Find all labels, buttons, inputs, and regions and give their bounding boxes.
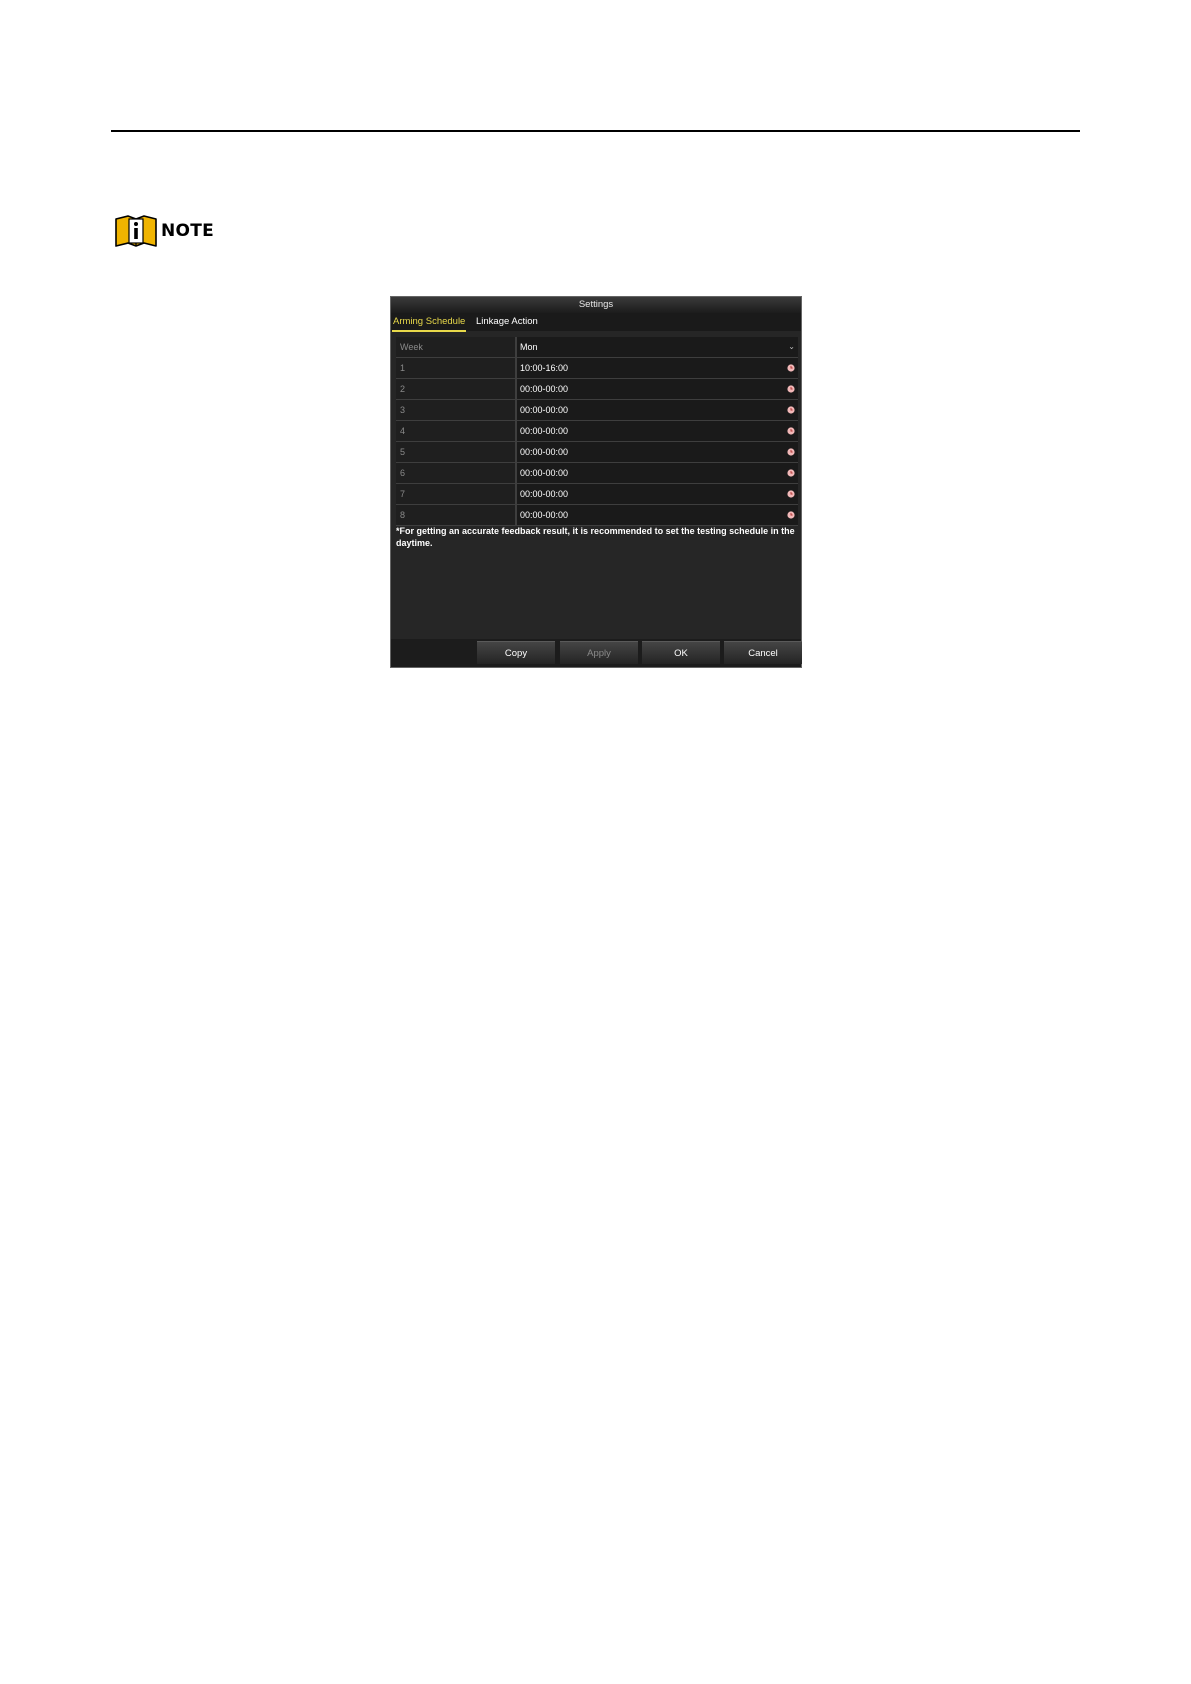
clock-icon[interactable] xyxy=(787,469,795,477)
clock-icon[interactable] xyxy=(787,490,795,498)
clock-icon[interactable] xyxy=(787,385,795,393)
period-index: 6 xyxy=(396,463,517,483)
period-index: 1 xyxy=(396,358,517,378)
period-index: 2 xyxy=(396,379,517,399)
dialog-title: Settings xyxy=(391,297,801,313)
period-field[interactable]: 00:00-00:00 xyxy=(517,442,798,462)
note-book-icon xyxy=(115,215,157,247)
schedule-hint: *For getting an accurate feedback result… xyxy=(396,526,795,548)
note-label: NOTE xyxy=(161,221,215,241)
schedule-row: 3 00:00-00:00 xyxy=(396,400,798,421)
clock-icon[interactable] xyxy=(787,427,795,435)
period-value: 00:00-00:00 xyxy=(520,405,569,415)
clock-icon[interactable] xyxy=(787,511,795,519)
period-field[interactable]: 00:00-00:00 xyxy=(517,484,798,504)
period-field[interactable]: 00:00-00:00 xyxy=(517,400,798,420)
period-value: 00:00-00:00 xyxy=(520,384,569,394)
week-select[interactable]: Mon ⌄ xyxy=(517,337,798,357)
copy-button[interactable]: Copy xyxy=(477,641,555,664)
period-index: 7 xyxy=(396,484,517,504)
note-callout: NOTE xyxy=(114,214,214,248)
week-label: Week xyxy=(396,337,517,357)
apply-button[interactable]: Apply xyxy=(560,641,638,664)
schedule-row: 7 00:00-00:00 xyxy=(396,484,798,505)
period-field[interactable]: 00:00-00:00 xyxy=(517,421,798,441)
dialog-footer: Copy Apply OK Cancel xyxy=(391,639,802,667)
clock-icon[interactable] xyxy=(787,448,795,456)
period-index: 3 xyxy=(396,400,517,420)
header-rule xyxy=(111,130,1080,132)
period-value: 00:00-00:00 xyxy=(520,426,569,436)
schedule-row: 8 00:00-00:00 xyxy=(396,505,798,526)
week-row: Week Mon ⌄ xyxy=(396,337,798,358)
schedule-row: 6 00:00-00:00 xyxy=(396,463,798,484)
period-field[interactable]: 10:00-16:00 xyxy=(517,358,798,378)
period-field[interactable]: 00:00-00:00 xyxy=(517,379,798,399)
period-field[interactable]: 00:00-00:00 xyxy=(517,505,798,525)
schedule-grid: Week Mon ⌄ 1 10:00-16:00 2 00:00-00:00 3… xyxy=(396,337,798,526)
tab-arming-schedule[interactable]: Arming Schedule xyxy=(392,313,467,332)
schedule-row: 1 10:00-16:00 xyxy=(396,358,798,379)
week-value: Mon xyxy=(520,342,538,352)
period-value: 00:00-00:00 xyxy=(520,489,569,499)
period-index: 5 xyxy=(396,442,517,462)
chevron-down-icon: ⌄ xyxy=(788,342,795,351)
tab-linkage-action[interactable]: Linkage Action xyxy=(476,313,538,330)
clock-icon[interactable] xyxy=(787,364,795,372)
period-value: 00:00-00:00 xyxy=(520,468,569,478)
clock-icon[interactable] xyxy=(787,406,795,414)
period-index: 8 xyxy=(396,505,517,525)
cancel-button[interactable]: Cancel xyxy=(724,641,802,664)
period-value: 00:00-00:00 xyxy=(520,447,569,457)
period-value: 00:00-00:00 xyxy=(520,510,569,520)
period-value: 10:00-16:00 xyxy=(520,363,569,373)
period-field[interactable]: 00:00-00:00 xyxy=(517,463,798,483)
settings-dialog: Settings Arming Schedule Linkage Action … xyxy=(390,296,802,668)
tab-bar: Arming Schedule Linkage Action xyxy=(391,313,801,332)
ok-button[interactable]: OK xyxy=(642,641,720,664)
schedule-row: 2 00:00-00:00 xyxy=(396,379,798,400)
period-index: 4 xyxy=(396,421,517,441)
schedule-row: 4 00:00-00:00 xyxy=(396,421,798,442)
schedule-row: 5 00:00-00:00 xyxy=(396,442,798,463)
